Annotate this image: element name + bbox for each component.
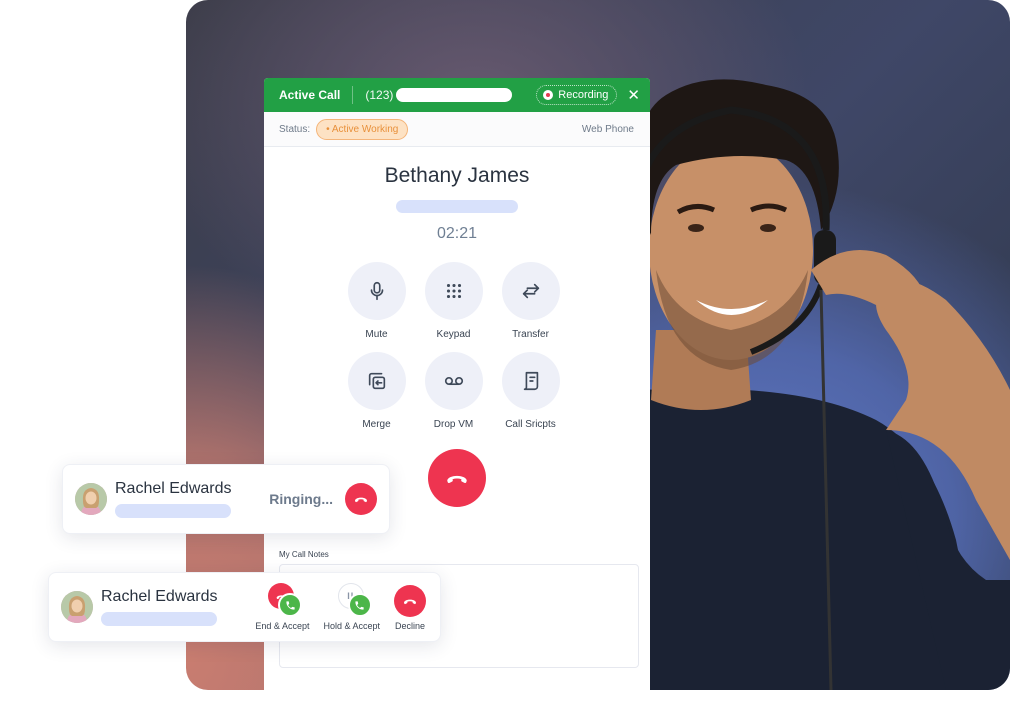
close-icon[interactable]: ✕ (627, 88, 640, 103)
transfer-button[interactable]: Transfer (501, 262, 560, 340)
decline-button[interactable]: Decline (394, 583, 426, 631)
merge-icon (368, 372, 385, 390)
recording-label: Recording (558, 89, 609, 101)
merge-label: Merge (362, 419, 391, 430)
call-scripts-button[interactable]: Call Sricpts (501, 352, 560, 430)
phone-accept-icon (347, 593, 372, 617)
record-icon (543, 90, 554, 100)
avatar (61, 591, 93, 623)
phone-mode-label: Web Phone (581, 123, 634, 135)
caller-number-redacted (115, 504, 231, 518)
status-label: Status: (279, 123, 311, 135)
caller-name: Rachel Edwards (115, 480, 232, 497)
hold-and-accept-button[interactable]: II Hold & Accept (323, 583, 380, 631)
transfer-icon (522, 283, 539, 299)
panel-title: Active Call (279, 88, 341, 102)
end-call-button[interactable] (428, 449, 486, 507)
transfer-label: Transfer (512, 329, 549, 340)
recording-badge[interactable]: Recording (536, 85, 618, 105)
end-and-accept-label: End & Accept (255, 621, 310, 631)
incoming-actions: End & Accept II Hold & Accept Decline (255, 583, 426, 631)
caller-name: Bethany James (384, 164, 530, 187)
phone-hangup-icon (355, 497, 367, 503)
ringing-status: Ringing... (269, 491, 333, 507)
decline-label: Decline (394, 621, 425, 631)
phone-number-prefix: (123) (365, 88, 394, 102)
phone-number-redacted (396, 88, 513, 102)
end-and-accept-button[interactable]: End & Accept (255, 583, 309, 631)
phone-hangup-icon (394, 585, 426, 617)
phone-hangup-icon (447, 475, 467, 484)
ringing-call-card: Rachel Edwards Ringing... (62, 464, 390, 534)
status-bar: Status: • Active Working Web Phone (264, 112, 650, 147)
hold-and-accept-label: Hold & Accept (323, 621, 380, 631)
phone-accept-icon (278, 593, 303, 617)
microphone-icon (370, 281, 383, 301)
caller-number-redacted (101, 612, 217, 626)
mute-label: Mute (365, 329, 388, 340)
call-timer: 02:21 (436, 225, 478, 242)
cancel-call-button[interactable] (345, 483, 377, 515)
call-scripts-label: Call Sricpts (505, 419, 556, 430)
caller-number-redacted (396, 200, 518, 213)
drop-vm-label: Drop VM (433, 419, 474, 430)
status-badge[interactable]: • Active Working (316, 118, 409, 140)
avatar (75, 483, 107, 515)
caller-name: Rachel Edwards (101, 588, 218, 605)
merge-button[interactable]: Merge (347, 352, 406, 430)
keypad-icon (446, 283, 461, 299)
keypad-button[interactable]: Keypad (424, 262, 483, 340)
call-notes-label: My Call Notes (279, 550, 329, 559)
voicemail-icon (444, 376, 463, 386)
script-icon (523, 371, 538, 391)
panel-header: Active Call (123) Recording ✕ (264, 78, 650, 112)
incoming-call-card: Rachel Edwards End & Accept II Hold & A (48, 572, 441, 642)
mute-button[interactable]: Mute (347, 262, 406, 340)
keypad-label: Keypad (436, 329, 471, 340)
header-divider (352, 86, 354, 104)
call-actions: Mute Keypad Transfer Merge Drop VM Call … (264, 262, 650, 430)
drop-vm-button[interactable]: Drop VM (424, 352, 483, 430)
